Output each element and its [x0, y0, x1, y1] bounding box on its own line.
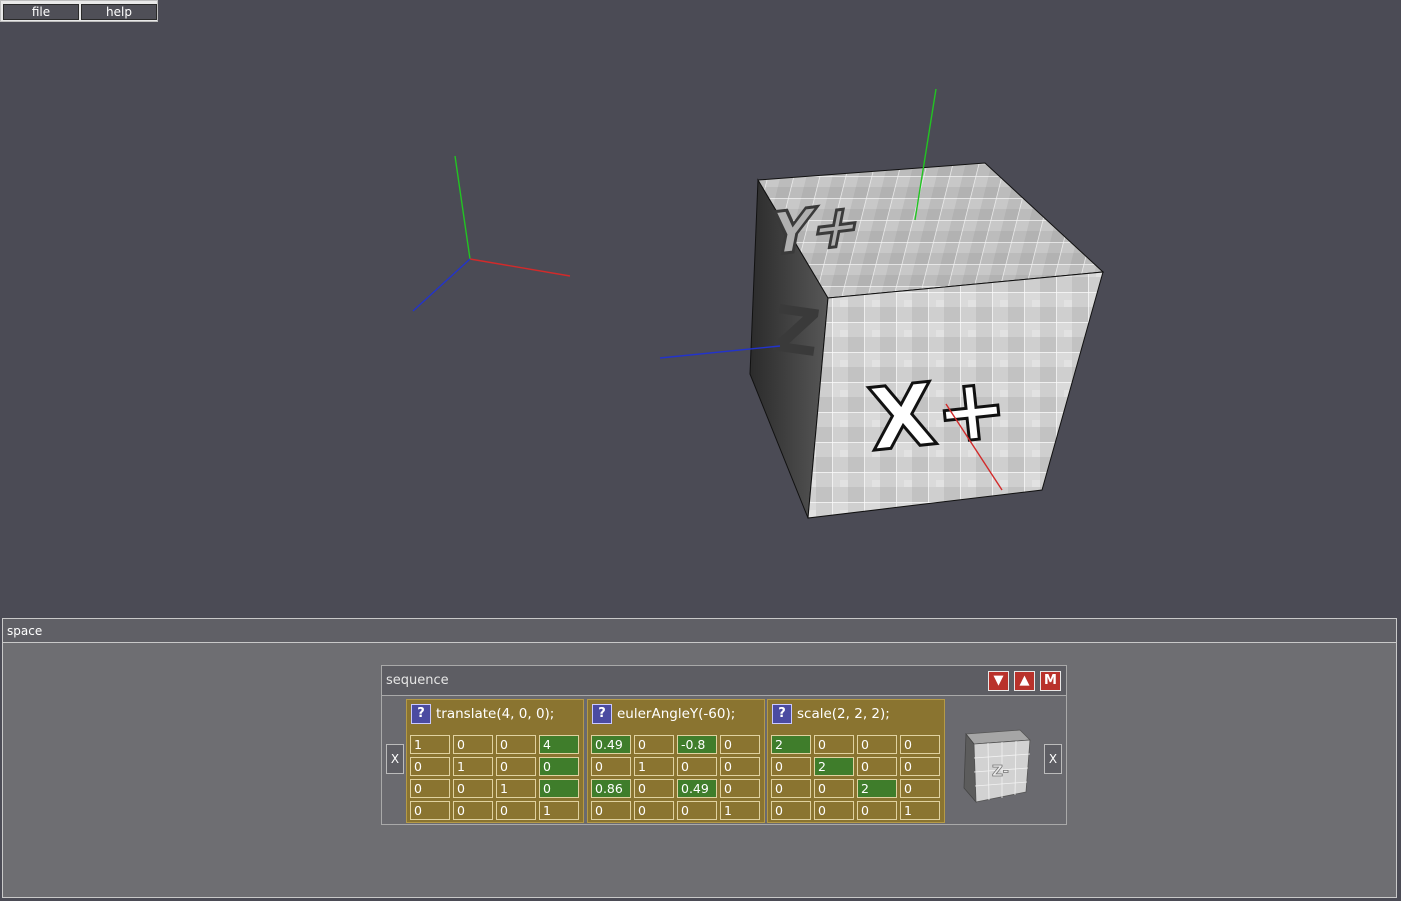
matrix-cell[interactable]: -0.8	[677, 735, 717, 754]
help-menu-button[interactable]: help	[81, 4, 157, 20]
matrix-cell[interactable]: 2	[857, 779, 897, 798]
matrix-cell[interactable]: 1	[634, 757, 674, 776]
matrix-cell[interactable]: 0	[900, 757, 940, 776]
thumb-face-label: Z-	[992, 762, 1009, 780]
matrix-cell[interactable]: 0	[720, 757, 760, 776]
matrix-cell[interactable]: 0	[634, 779, 674, 798]
matrix-cell[interactable]: 0	[677, 801, 717, 820]
world-axes	[412, 155, 571, 312]
matrix-cell[interactable]: 0.49	[591, 735, 631, 754]
matrix-cell[interactable]: 0	[720, 779, 760, 798]
matrix-cell[interactable]: 1	[720, 801, 760, 820]
matrix-cell[interactable]: 0	[453, 735, 493, 754]
matrix-cell[interactable]: 0	[539, 779, 579, 798]
matrix-cell[interactable]: 0	[410, 757, 450, 776]
matrix-cell[interactable]: 2	[771, 735, 811, 754]
textured-cube[interactable]: Z+ Y+ X+	[749, 162, 1105, 519]
matrix-cell[interactable]: 0.49	[677, 779, 717, 798]
translate-help-button[interactable]: ?	[411, 704, 431, 724]
matrix-cell[interactable]: 0	[857, 735, 897, 754]
matrix-cell[interactable]: 0	[720, 735, 760, 754]
sequence-node[interactable]: sequence ▼ ▲ M X ? translate(4, 0, 0); 1…	[381, 665, 1067, 825]
menu-bar: file help	[0, 0, 158, 22]
matrix-cell[interactable]: 1	[900, 801, 940, 820]
matrix-cell[interactable]: 1	[539, 801, 579, 820]
matrix-cell[interactable]: 0	[857, 801, 897, 820]
matrix-cell[interactable]: 0	[771, 779, 811, 798]
matrix-cell[interactable]: 0	[453, 801, 493, 820]
matrix-cell[interactable]: 0	[814, 735, 854, 754]
matrix-cell[interactable]: 0	[453, 779, 493, 798]
m-button[interactable]: M	[1040, 671, 1061, 691]
top-face-label: Y+	[763, 190, 867, 271]
move-down-button[interactable]: ▼	[988, 671, 1009, 691]
matrix-cell[interactable]: 4	[539, 735, 579, 754]
move-up-button[interactable]: ▲	[1014, 671, 1035, 691]
matrix-cell[interactable]: 0	[900, 735, 940, 754]
matrix-cell[interactable]: 1	[410, 735, 450, 754]
matrix-cell[interactable]: 2	[814, 757, 854, 776]
matrix-cell[interactable]: 0	[677, 757, 717, 776]
matrix-cell[interactable]: 0	[814, 779, 854, 798]
file-menu-button[interactable]: file	[3, 4, 79, 20]
matrix-cell[interactable]: 0	[591, 757, 631, 776]
front-face-label: X+	[864, 357, 1012, 471]
scale-help-button[interactable]: ?	[772, 704, 792, 724]
scale-label[interactable]: scale(2, 2, 2);	[797, 706, 890, 722]
matrix-cell[interactable]: 0	[496, 801, 536, 820]
matrix-cell[interactable]: 1	[453, 757, 493, 776]
matrix-cell[interactable]: 0	[410, 801, 450, 820]
sequence-header: sequence ▼ ▲ M	[382, 666, 1066, 696]
matrix-cell[interactable]: 0	[900, 779, 940, 798]
scene-canvas[interactable]: Z+ Y+ X+	[0, 22, 1401, 616]
world-y-axis	[454, 155, 471, 260]
matrix-cell[interactable]: 0	[496, 757, 536, 776]
matrix-cell[interactable]: 0.86	[591, 779, 631, 798]
matrix-cell[interactable]: 0	[771, 757, 811, 776]
euler-angle-transform[interactable]: ? eulerAngleY(-60); 0.49 0 -0.8 0 0 1 0 …	[587, 699, 765, 823]
translate-label[interactable]: translate(4, 0, 0);	[436, 706, 554, 722]
matrix-cell[interactable]: 1	[496, 779, 536, 798]
matrix-cell[interactable]: 0	[410, 779, 450, 798]
3d-viewport[interactable]: Z+ Y+ X+	[0, 22, 1401, 616]
matrix-cell[interactable]: 0	[857, 757, 897, 776]
scale-transform[interactable]: ? scale(2, 2, 2); 2 0 0 0 0 2 0 0 0 0 2 …	[767, 699, 945, 823]
matrix-cell[interactable]: 0	[814, 801, 854, 820]
euler-label[interactable]: eulerAngleY(-60);	[617, 706, 735, 722]
world-z-axis	[412, 258, 471, 312]
matrix-cell[interactable]: 0	[771, 801, 811, 820]
cube-thumbnail[interactable]: Z-	[960, 726, 1036, 808]
space-panel: space sequence ▼ ▲ M X ? translate(4, 0,…	[2, 618, 1397, 898]
translate-transform[interactable]: ? translate(4, 0, 0); 1 0 0 4 0 1 0 0 0 …	[406, 699, 584, 823]
space-panel-title: space	[3, 619, 1396, 643]
matrix-cell[interactable]: 0	[634, 735, 674, 754]
matrix-cell[interactable]: 0	[634, 801, 674, 820]
remove-right-button[interactable]: X	[1044, 744, 1062, 774]
euler-help-button[interactable]: ?	[592, 704, 612, 724]
world-x-axis	[469, 258, 571, 277]
matrix-cell[interactable]: 0	[539, 757, 579, 776]
matrix-cell[interactable]: 0	[496, 735, 536, 754]
remove-left-button[interactable]: X	[386, 744, 404, 774]
sequence-title: sequence	[386, 673, 449, 688]
matrix-cell[interactable]: 0	[591, 801, 631, 820]
